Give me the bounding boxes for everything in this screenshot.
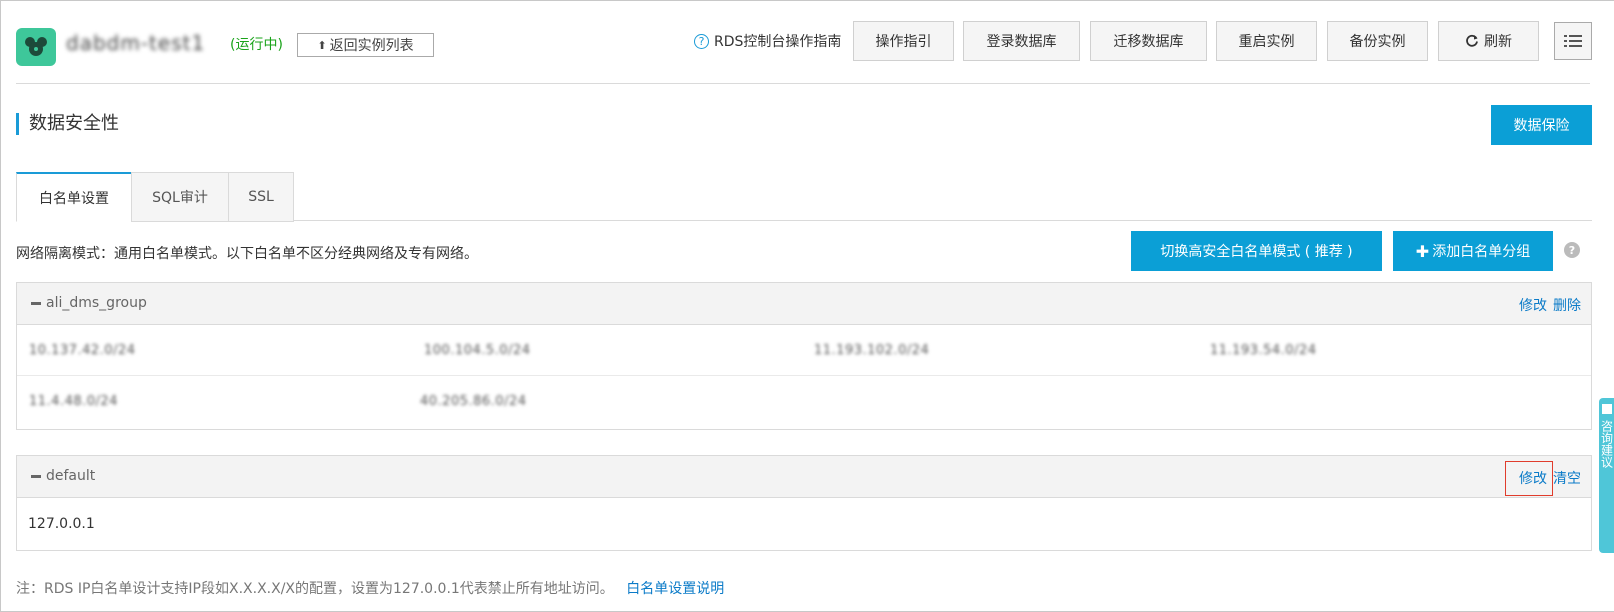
whitelist-note: 注：RDS IP白名单设计支持IP段如X.X.X.X/X的配置，设置为127.0… <box>16 578 724 598</box>
instance-header: dabdm-test1 (运行中) ⬆ 返回实例列表 ? RDS控制台操作指南 … <box>16 20 1592 66</box>
rds-logo-icon <box>25 37 47 56</box>
ip-row: 127.0.0.1 <box>17 498 1591 549</box>
login-database-button[interactable]: 登录数据库 <box>963 21 1080 61</box>
console-guide-label: RDS控制台操作指南 <box>714 34 842 50</box>
clear-group-link[interactable]: 清空 <box>1553 468 1581 488</box>
collapse-icon <box>31 301 41 305</box>
question-circle-icon: ? <box>694 33 709 49</box>
data-protect-label: 数据保险 <box>1513 118 1570 134</box>
login-database-label: 登录数据库 <box>986 34 1057 50</box>
group-name[interactable]: default <box>31 468 95 484</box>
upload-arrow-icon: ⬆ <box>317 38 327 52</box>
whitelist-note-text: 注：RDS IP白名单设计支持IP段如X.X.X.X/X的配置，设置为127.0… <box>16 581 614 597</box>
whitelist-group-default: default 修改 清空 127.0.0.1 <box>16 455 1592 551</box>
tab-sql-audit[interactable]: SQL审计 <box>131 172 229 222</box>
restart-instance-label: 重启实例 <box>1238 34 1295 50</box>
switch-security-mode-label: 切换高安全白名单模式 ( 推荐 ) <box>1160 244 1353 260</box>
header-divider <box>16 83 1590 84</box>
instance-status: (运行中) <box>230 37 283 53</box>
migrate-database-button[interactable]: 迁移数据库 <box>1090 21 1207 61</box>
data-protect-button[interactable]: 数据保险 <box>1491 105 1592 145</box>
feedback-label: 咨询建议 <box>1599 420 1614 468</box>
tab-ssl-label: SSL <box>248 189 274 205</box>
ip-row: 11.4.48.0/24 40.205.86.0/24 <box>17 376 1591 427</box>
feedback-float-tab[interactable]: 咨询建议 <box>1599 398 1614 553</box>
restart-instance-button[interactable]: 重启实例 <box>1216 21 1317 61</box>
backup-instance-button[interactable]: 备份实例 <box>1327 21 1428 61</box>
ip-row: 10.137.42.0/24 100.104.5.0/24 11.193.102… <box>17 325 1591 376</box>
ip-entry: 127.0.0.1 <box>28 516 95 532</box>
group-header: ali_dms_group 修改 删除 <box>17 283 1591 325</box>
operation-guide-button[interactable]: 操作指引 <box>853 21 954 61</box>
rds-logo <box>16 28 56 66</box>
refresh-label: 刷新 <box>1484 34 1512 50</box>
group-name-label: default <box>46 468 96 484</box>
ip-entry: 100.104.5.0/24 <box>424 343 531 358</box>
list-menu-button[interactable] <box>1554 22 1592 60</box>
add-whitelist-group-label: 添加白名单分组 <box>1432 244 1531 260</box>
security-tabs: 白名单设置 SQL审计 SSL <box>16 172 1592 222</box>
migrate-database-label: 迁移数据库 <box>1113 34 1184 50</box>
group-actions: 修改 删除 <box>1519 295 1581 315</box>
tab-whitelist-label: 白名单设置 <box>39 190 109 207</box>
delete-group-link[interactable]: 删除 <box>1553 295 1581 315</box>
edit-group-link[interactable]: 修改 <box>1519 468 1547 488</box>
group-name-label: ali_dms_group <box>46 295 147 311</box>
whitelist-help-link[interactable]: 白名单设置说明 <box>626 581 724 597</box>
plus-icon: ✚ <box>1415 241 1430 261</box>
back-to-list-label: 返回实例列表 <box>329 38 414 54</box>
list-icon <box>1564 35 1582 47</box>
add-whitelist-group-button[interactable]: ✚ 添加白名单分组 <box>1393 231 1553 271</box>
tab-ssl[interactable]: SSL <box>228 172 294 222</box>
edit-group-link[interactable]: 修改 <box>1519 295 1547 315</box>
console-guide-link[interactable]: ? RDS控制台操作指南 <box>694 31 841 51</box>
help-icon[interactable]: ? <box>1564 242 1580 258</box>
ip-entry: 11.193.54.0/24 <box>1210 343 1317 358</box>
ip-entry: 11.4.48.0/24 <box>29 394 118 409</box>
tab-whitelist[interactable]: 白名单设置 <box>16 172 132 222</box>
group-header: default 修改 清空 <box>17 456 1591 498</box>
switch-security-mode-button[interactable]: 切换高安全白名单模式 ( 推荐 ) <box>1131 231 1382 271</box>
group-name[interactable]: ali_dms_group <box>31 295 147 311</box>
feedback-icon <box>1601 404 1612 414</box>
refresh-icon <box>1466 34 1478 47</box>
ip-entry: 40.205.86.0/24 <box>420 394 527 409</box>
section-title: 数据安全性 <box>16 113 119 135</box>
whitelist-group-ali-dms: ali_dms_group 修改 删除 10.137.42.0/24 100.1… <box>16 282 1592 430</box>
backup-instance-label: 备份实例 <box>1349 34 1406 50</box>
tab-sql-audit-label: SQL审计 <box>152 190 208 206</box>
refresh-button[interactable]: 刷新 <box>1438 21 1539 61</box>
group-actions: 修改 清空 <box>1519 468 1581 488</box>
instance-name: dabdm-test1 <box>66 31 206 55</box>
collapse-icon <box>31 474 41 478</box>
back-to-list-button[interactable]: ⬆ 返回实例列表 <box>297 33 434 57</box>
network-mode-text: 网络隔离模式：通用白名单模式。以下白名单不区分经典网络及专有网络。 <box>16 246 478 262</box>
operation-guide-label: 操作指引 <box>875 34 932 50</box>
ip-entry: 11.193.102.0/24 <box>814 343 930 358</box>
ip-entry: 10.137.42.0/24 <box>29 343 136 358</box>
